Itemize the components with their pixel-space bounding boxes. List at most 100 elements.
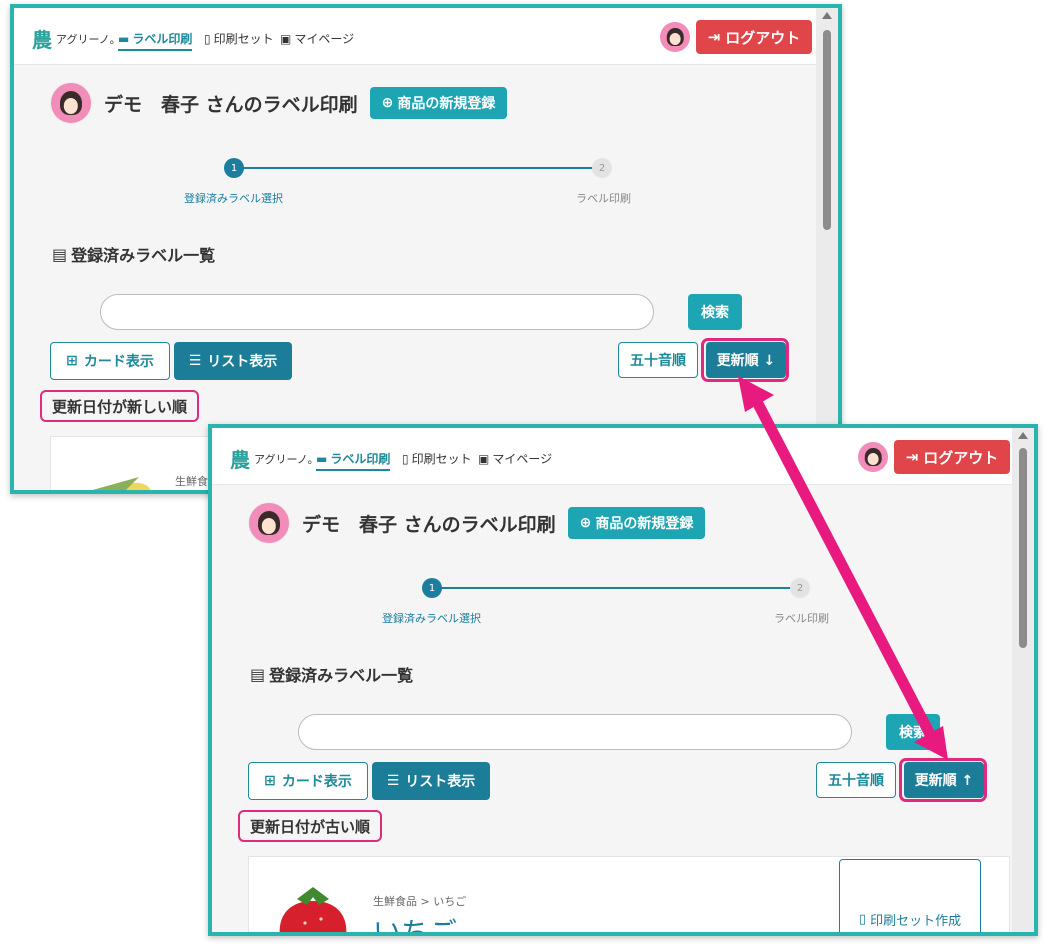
search-button[interactable]: 検索 [688, 294, 742, 330]
top-navbar: 農 アグリーノ。 ▬ ラベル印刷 ▯ 印刷セット ▣ マイページ ⇥ ログアウト [14, 8, 816, 65]
search-button[interactable]: 検索 [886, 714, 940, 750]
bookmark-icon: ▯ [858, 911, 867, 927]
nav-label-print[interactable]: ▬ ラベル印刷 [118, 30, 193, 51]
list-icon: ☰ [188, 353, 202, 369]
grid-icon: ⊞ [264, 773, 276, 789]
logo-mark-icon: 農 [32, 28, 52, 52]
list-view-label: リスト表示 [207, 354, 278, 370]
logo-text: アグリーノ。 [254, 452, 319, 466]
step-2-dot: 2 [592, 158, 612, 178]
step-2-label: ラベル印刷 [576, 192, 631, 205]
create-print-set-button[interactable]: ▯ 印刷セット作成 [839, 859, 981, 932]
product-name: いちご [373, 916, 458, 936]
scroll-up-icon[interactable] [822, 12, 832, 19]
grid-icon: ⊞ [66, 353, 78, 369]
plus-circle-icon: ⊕ [381, 95, 394, 111]
logo-mark-icon: 農 [230, 448, 250, 472]
bookmark-icon: ▯ [402, 451, 409, 466]
card-view-label: カード表示 [83, 354, 154, 370]
nav-label-print[interactable]: ▬ ラベル印刷 [316, 450, 391, 471]
avatar-icon[interactable] [858, 442, 888, 472]
scroll-thumb[interactable] [823, 30, 831, 230]
step-1-dot: 1 [224, 158, 244, 178]
scroll-thumb[interactable] [1019, 448, 1027, 648]
app-logo[interactable]: 農 アグリーノ。 [32, 24, 121, 53]
logout-label: ログアウト [725, 28, 801, 47]
sort-order-label: 更新日付が新しい順 [40, 390, 200, 422]
sort-order-label: 更新日付が古い順 [238, 810, 383, 842]
create-print-set-label: 印刷セット作成 [870, 913, 962, 929]
sort-kana-button[interactable]: 五十音順 [618, 342, 698, 378]
step-2-label: ラベル印刷 [774, 612, 829, 625]
page-header: デモ 春子 さんのラベル印刷 ⊕ 商品の新規登録 [50, 82, 508, 124]
list-doc-icon: ▤ [250, 664, 266, 684]
nav-label-print-text: ラベル印刷 [330, 452, 391, 466]
step-1-label: 登録済みラベル選択 [184, 192, 283, 205]
logout-button[interactable]: ⇥ ログアウト [696, 20, 812, 54]
nav-mypage[interactable]: ▣ マイページ [280, 30, 354, 47]
card-view-button[interactable]: ⊞ カード表示 [248, 762, 368, 800]
stepper-line [238, 167, 600, 169]
scrollbar[interactable] [816, 8, 838, 490]
nav-mypage[interactable]: ▣ マイページ [478, 450, 552, 467]
section-title: ▤ 登録済みラベル一覧 [52, 242, 215, 266]
scroll-up-icon[interactable] [1018, 432, 1028, 439]
nav-print-set[interactable]: ▯ 印刷セット [402, 450, 472, 467]
nav-label-print-text: ラベル印刷 [132, 32, 193, 46]
corn-image [92, 477, 152, 490]
highlight-box [899, 758, 987, 802]
new-product-label: 商品の新規登録 [397, 96, 496, 112]
logout-icon: ⇥ [905, 448, 919, 466]
search-input[interactable] [298, 714, 852, 750]
app-logo[interactable]: 農 アグリーノ。 [230, 444, 319, 473]
logo-text: アグリーノ。 [56, 32, 121, 46]
new-product-button[interactable]: ⊕ 商品の新規登録 [369, 87, 508, 119]
bookmark-icon: ▯ [204, 31, 211, 46]
printer-icon: ▬ [118, 31, 130, 46]
step-1-label: 登録済みラベル選択 [382, 612, 481, 625]
card-view-button[interactable]: ⊞ カード表示 [50, 342, 170, 380]
highlight-box [701, 338, 789, 382]
step-2-dot: 2 [790, 578, 810, 598]
section-title-text: 登録済みラベル一覧 [269, 666, 414, 685]
progress-stepper: 1 2 登録済みラベル選択 ラベル印刷 [184, 158, 631, 218]
screenshot-oldest-first: 農 アグリーノ。 ▬ ラベル印刷 ▯ 印刷セット ▣ マイページ ⇥ ログアウト… [208, 424, 1038, 936]
stepper-line [436, 587, 798, 589]
list-view-label: リスト表示 [405, 774, 476, 790]
mypage-icon: ▣ [280, 31, 292, 46]
avatar-icon[interactable] [660, 22, 690, 52]
search-input[interactable] [100, 294, 654, 330]
nav-print-set-text: 印刷セット [411, 452, 472, 466]
section-title-text: 登録済みラベル一覧 [71, 246, 216, 265]
scrollbar[interactable] [1012, 428, 1034, 932]
mypage-icon: ▣ [478, 451, 490, 466]
page-header: デモ 春子 さんのラベル印刷 ⊕ 商品の新規登録 [248, 502, 706, 544]
logout-button[interactable]: ⇥ ログアウト [894, 440, 1010, 474]
avatar-icon [50, 82, 92, 124]
product-card[interactable]: 生鮮食品 > いちご いちご ▯ 印刷セット作成 [248, 856, 1010, 936]
step-1-dot: 1 [422, 578, 442, 598]
nav-print-set[interactable]: ▯ 印刷セット [204, 30, 274, 47]
sort-kana-button[interactable]: 五十音順 [816, 762, 896, 798]
section-title: ▤ 登録済みラベル一覧 [250, 662, 413, 686]
screenshot-newest-first: 農 アグリーノ。 ▬ ラベル印刷 ▯ 印刷セット ▣ マイページ ⇥ ログアウト… [10, 4, 842, 494]
card-view-label: カード表示 [281, 774, 352, 790]
printer-icon: ▬ [316, 451, 328, 466]
plus-circle-icon: ⊕ [579, 515, 592, 531]
product-category: 生鮮食品 > いちご [373, 895, 467, 908]
top-navbar: 農 アグリーノ。 ▬ ラベル印刷 ▯ 印刷セット ▣ マイページ ⇥ ログアウト [212, 428, 1012, 485]
new-product-button[interactable]: ⊕ 商品の新規登録 [567, 507, 706, 539]
list-view-button[interactable]: ☰ リスト表示 [372, 762, 490, 800]
page-title: デモ 春子 さんのラベル印刷 [302, 513, 556, 536]
list-view-button[interactable]: ☰ リスト表示 [174, 342, 292, 380]
strawberry-image [279, 887, 347, 932]
nav-mypage-text: マイページ [492, 452, 553, 466]
page-title: デモ 春子 さんのラベル印刷 [104, 93, 358, 116]
progress-stepper: 1 2 登録済みラベル選択 ラベル印刷 [382, 578, 829, 638]
logout-label: ログアウト [923, 448, 999, 467]
list-icon: ☰ [386, 773, 400, 789]
avatar-icon [248, 502, 290, 544]
logout-icon: ⇥ [707, 28, 721, 46]
list-doc-icon: ▤ [52, 244, 68, 264]
new-product-label: 商品の新規登録 [595, 516, 694, 532]
